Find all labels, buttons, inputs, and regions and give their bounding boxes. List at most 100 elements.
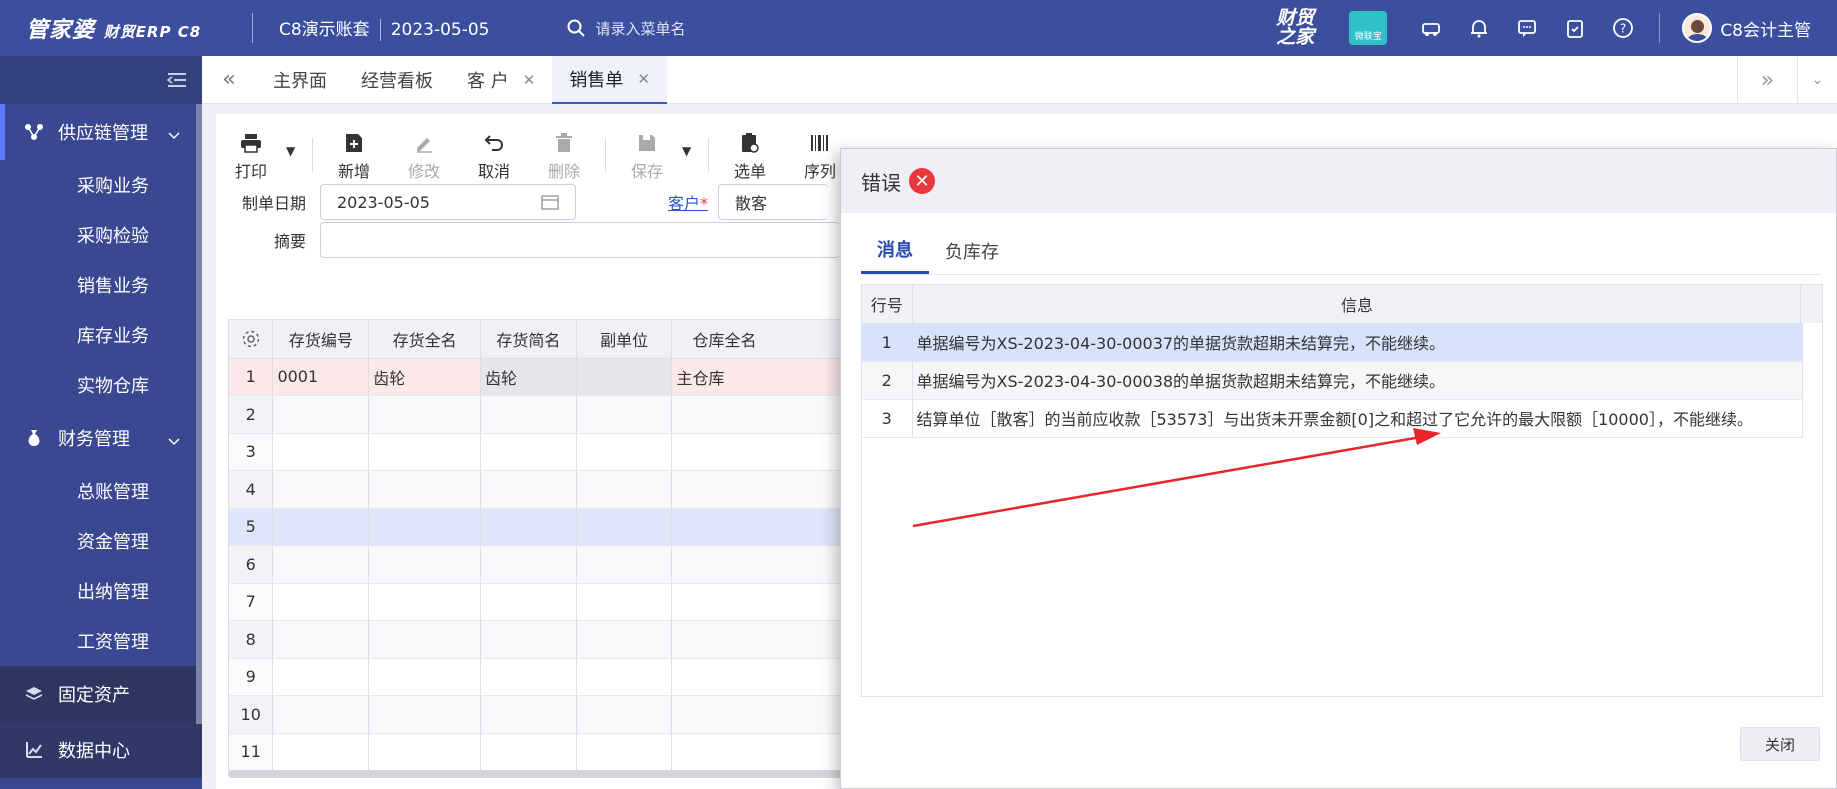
- table-row[interactable]: 1 0001 齿轮 齿轮 主仓库: [229, 358, 868, 396]
- message-scrollbar-header: [1800, 285, 1822, 323]
- tab-home[interactable]: 主界面: [256, 56, 344, 104]
- sidebar-item-inventory[interactable]: 库存业务: [0, 310, 202, 360]
- car-icon[interactable]: [1419, 16, 1443, 40]
- message-icon[interactable]: [1515, 16, 1539, 40]
- sidebar-collapse-button[interactable]: [0, 56, 202, 104]
- money-bag-icon: [28, 430, 40, 446]
- column-header[interactable]: 存货编号: [272, 320, 370, 359]
- toolbar: 打印 ▼ 新增 修改 取消 删除 保存 ▼ 选单 序列: [216, 132, 855, 192]
- table-row[interactable]: 1 单据编号为XS-2023-04-30-00037的单据货款超期未结算完，不能…: [862, 323, 1803, 362]
- table-row[interactable]: 9: [229, 658, 868, 696]
- tab-negative-stock[interactable]: 负库存: [929, 227, 1015, 274]
- table-row[interactable]: 3 结算单位［散客］的当前应收款［53573］与出货未开票金额[0]之和超过了它…: [862, 399, 1803, 438]
- qr-badge[interactable]: 微联宝: [1349, 11, 1388, 45]
- svg-text:?: ?: [1620, 22, 1626, 36]
- message-text: 单据编号为XS-2023-04-30-00038的单据货款超期未结算完，不能继续…: [912, 361, 1803, 400]
- table-cell[interactable]: 齿轮: [368, 358, 481, 396]
- column-header[interactable]: 仓库全名: [671, 320, 868, 359]
- sidebar-item-sales[interactable]: 销售业务: [0, 260, 202, 310]
- bell-icon[interactable]: [1467, 16, 1491, 40]
- tab-dashboard[interactable]: 经营看板: [344, 56, 450, 104]
- summary-field[interactable]: [320, 222, 840, 258]
- summary-row: 摘要: [216, 222, 840, 258]
- menu-search[interactable]: 请录入菜单名: [567, 18, 1267, 39]
- edit-button[interactable]: 修改: [389, 132, 459, 182]
- delete-button[interactable]: 删除: [529, 132, 599, 182]
- column-header[interactable]: 信息: [912, 285, 1803, 324]
- table-row[interactable]: 8: [229, 620, 868, 659]
- tab-messages[interactable]: 消息: [861, 227, 929, 274]
- close-icon[interactable]: ✕: [637, 70, 650, 88]
- sidebar-group-data-center[interactable]: 数据中心: [0, 722, 202, 778]
- tab-scroll-left-button[interactable]: «: [202, 56, 256, 104]
- sidebar-group-label: 供应链管理: [58, 123, 148, 144]
- customer-field[interactable]: 散客: [718, 184, 829, 220]
- tab-menu-button[interactable]: ⌄: [1797, 56, 1837, 104]
- sidebar-item-ledger[interactable]: 总账管理: [0, 466, 202, 516]
- print-button[interactable]: 打印: [216, 132, 286, 182]
- user-menu[interactable]: C8会计主管: [1659, 13, 1811, 43]
- new-button[interactable]: 新增: [319, 132, 389, 182]
- print-dropdown-button[interactable]: ▼: [286, 132, 306, 158]
- message-table: 行号 信息 1 单据编号为XS-2023-04-30-00037的单据货款超期未…: [861, 284, 1823, 697]
- sidebar-item-purchase-inspection[interactable]: 采购检验: [0, 210, 202, 260]
- floppy-icon: [636, 132, 658, 154]
- table-row[interactable]: 2 单据编号为XS-2023-04-30-00038的单据货款超期未结算完，不能…: [862, 361, 1803, 400]
- add-document-icon: [343, 132, 365, 154]
- brand-badge[interactable]: 财贸之家: [1271, 9, 1319, 47]
- select-order-button[interactable]: 选单: [715, 132, 785, 182]
- help-icon[interactable]: ?: [1611, 16, 1635, 40]
- barcode-icon: [809, 132, 831, 154]
- save-button[interactable]: 保存: [612, 132, 682, 182]
- tab-scroll-right-button[interactable]: »: [1737, 56, 1797, 104]
- table-row[interactable]: 10: [229, 695, 868, 734]
- sidebar-item-purchase[interactable]: 采购业务: [0, 160, 202, 210]
- table-row[interactable]: 11: [229, 733, 868, 771]
- error-icon: ✕: [909, 168, 935, 194]
- gear-icon: [242, 330, 259, 347]
- sidebar-item-payroll[interactable]: 工资管理: [0, 616, 202, 666]
- tab-sales-order[interactable]: 销售单 ✕: [552, 55, 667, 104]
- sidebar-group-supply-chain[interactable]: 供应链管理: [0, 104, 202, 160]
- close-icon[interactable]: ✕: [523, 71, 536, 89]
- close-button[interactable]: 关闭: [1740, 727, 1820, 761]
- table-cell[interactable]: 0001: [272, 358, 370, 396]
- table-cell[interactable]: 齿轮: [480, 358, 577, 396]
- clipboard-check-icon[interactable]: [1563, 16, 1587, 40]
- sidebar-item-cashier[interactable]: 出纳管理: [0, 566, 202, 616]
- error-dialog: 错误 ✕ 消息 负库存 行号 信息 1 单据编号为XS-2023-04-30-0…: [840, 148, 1837, 789]
- date-row: 制单日期 2023-05-05 客户* 散客: [216, 184, 829, 220]
- sidebar-item-funds[interactable]: 资金管理: [0, 516, 202, 566]
- column-header[interactable]: 存货全名: [368, 320, 481, 359]
- column-header[interactable]: 副单位: [576, 320, 673, 359]
- table-cell[interactable]: 主仓库: [671, 358, 868, 396]
- sidebar-scrollbar[interactable]: [196, 104, 202, 724]
- sidebar-group-label: 财务管理: [58, 429, 130, 450]
- date-field[interactable]: 2023-05-05: [320, 184, 576, 220]
- table-row[interactable]: 5: [229, 508, 868, 546]
- grid-settings-button[interactable]: [229, 320, 274, 359]
- account-info[interactable]: C8演示账套 2023-05-05: [253, 15, 489, 41]
- table-row[interactable]: 4: [229, 470, 868, 509]
- cancel-button[interactable]: 取消: [459, 132, 529, 182]
- summary-label: 摘要: [273, 232, 306, 251]
- sidebar-item-warehouse[interactable]: 实物仓库: [0, 360, 202, 410]
- tab-bar: « 主界面 经营看板 客 户 ✕ 销售单 ✕ » ⌄: [202, 55, 1837, 104]
- table-row[interactable]: 6: [229, 545, 868, 584]
- customer-link[interactable]: 客户*: [668, 190, 708, 214]
- calendar-icon[interactable]: [541, 194, 559, 210]
- account-date: 2023-05-05: [390, 20, 490, 40]
- table-row[interactable]: 2: [229, 395, 868, 434]
- sidebar-group-label: 固定资产: [58, 685, 130, 706]
- save-dropdown-button[interactable]: ▼: [682, 132, 702, 158]
- tab-customer[interactable]: 客 户 ✕: [450, 56, 552, 104]
- grid-scrollbar[interactable]: [228, 770, 868, 778]
- table-row[interactable]: 7: [229, 583, 868, 621]
- column-header[interactable]: 存货简名: [480, 320, 577, 359]
- table-row[interactable]: 3: [229, 433, 868, 471]
- sidebar-group-fixed-assets[interactable]: 固定资产: [0, 666, 202, 722]
- sidebar-group-finance[interactable]: 财务管理: [0, 410, 202, 466]
- search-placeholder: 请录入菜单名: [595, 19, 686, 38]
- table-cell[interactable]: [576, 358, 673, 396]
- column-header[interactable]: 行号: [862, 285, 913, 324]
